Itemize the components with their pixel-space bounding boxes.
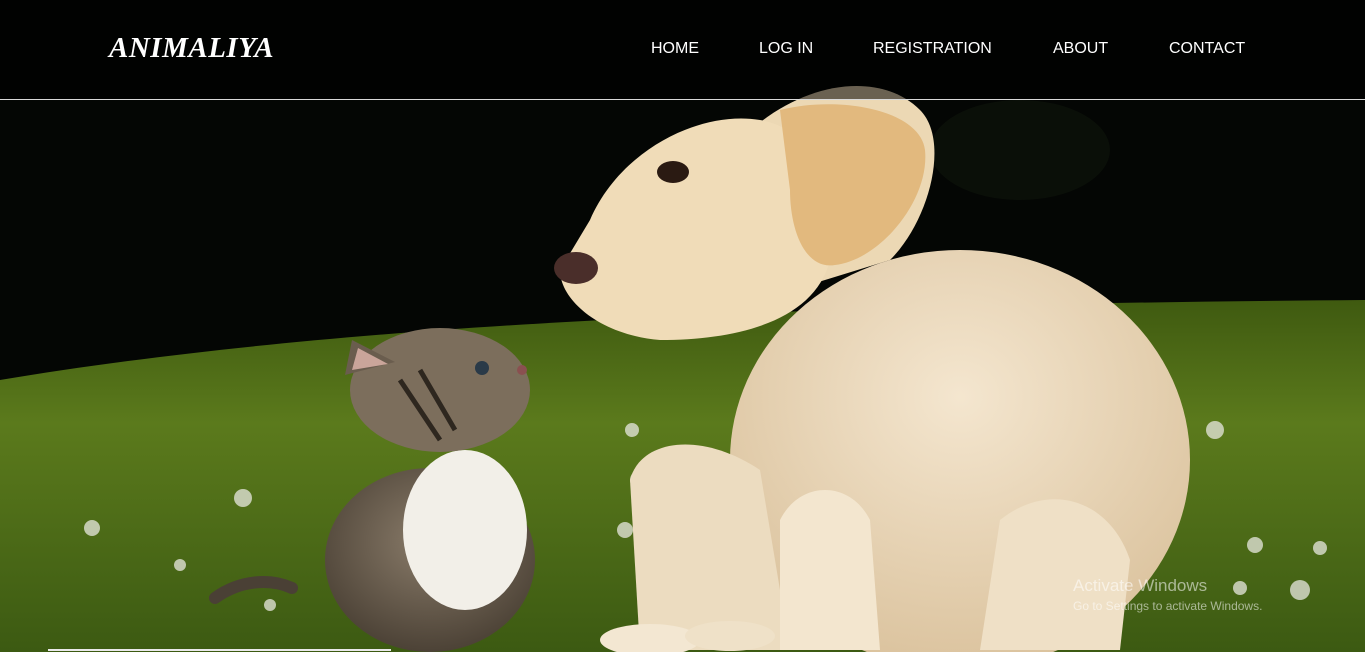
nav-home-link[interactable]: HOME <box>651 40 699 58</box>
nav-registration-link[interactable]: REGISTRATION <box>873 40 992 58</box>
bottom-divider <box>48 649 391 651</box>
watermark-title: Activate Windows <box>1073 576 1208 595</box>
main-nav: HOME LOG IN REGISTRATION ABOUT CONTACT <box>0 40 1365 60</box>
top-navbar: ANIMALIYA HOME LOG IN REGISTRATION ABOUT… <box>0 0 1365 100</box>
nav-login-link[interactable]: LOG IN <box>759 40 813 58</box>
watermark-subtitle: Go to Settings to activate Windows. <box>1073 599 1263 613</box>
nav-contact-link[interactable]: CONTACT <box>1169 40 1245 58</box>
nav-about-link[interactable]: ABOUT <box>1053 40 1108 58</box>
activate-windows-watermark: Activate Windows Go to Settings to activ… <box>1073 576 1262 613</box>
